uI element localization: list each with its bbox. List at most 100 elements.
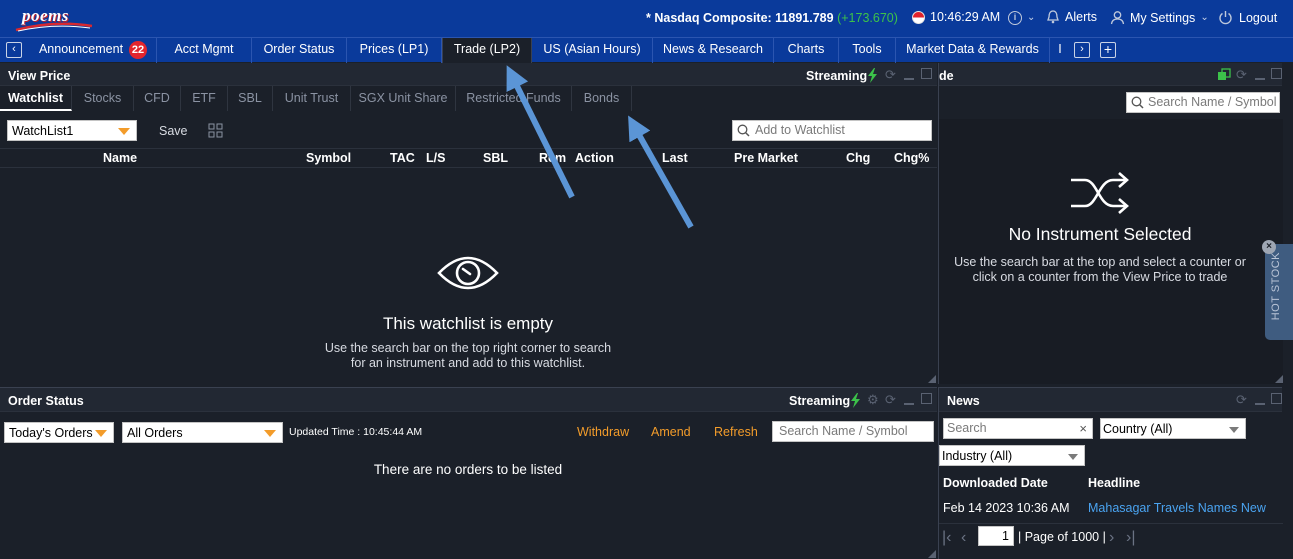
minimize-icon[interactable]: [904, 403, 914, 405]
tab-order-status[interactable]: Order Status: [252, 38, 347, 63]
subtab-stocks[interactable]: Stocks: [72, 86, 134, 111]
subtab-label: Restricted Funds: [466, 91, 561, 105]
subtab-bonds[interactable]: Bonds: [572, 86, 632, 111]
col-pre-market[interactable]: Pre Market: [734, 151, 798, 165]
subtab-etf[interactable]: ETF: [181, 86, 228, 111]
refresh-icon[interactable]: ⟳: [1236, 68, 1247, 81]
refresh-button[interactable]: Refresh: [714, 425, 758, 439]
nav-scroll-left-icon[interactable]: ‹: [6, 42, 22, 58]
maximize-icon[interactable]: [921, 393, 932, 404]
poems-logo[interactable]: poems: [8, 3, 93, 32]
tab-announcement[interactable]: Announcement 22: [30, 38, 157, 63]
maximize-icon[interactable]: [1271, 393, 1282, 404]
streaming-bolt-icon[interactable]: [866, 68, 878, 83]
subtab-label: ETF: [192, 91, 216, 105]
subtab-sgx-unit-share[interactable]: SGX Unit Share: [351, 86, 456, 111]
shuffle-icon: [1071, 172, 1129, 214]
subtab-restricted-funds[interactable]: Restricted Funds: [456, 86, 572, 111]
tab-news-research[interactable]: News & Research: [653, 38, 774, 63]
refresh-icon[interactable]: ⟳: [885, 393, 896, 406]
subtab-watchlist[interactable]: Watchlist: [0, 86, 72, 111]
tab-market-data-rewards[interactable]: Market Data & Rewards: [896, 38, 1050, 63]
trade-panel: de ⟳ Search Name / Symbol No Instrument …: [938, 63, 1283, 384]
last-page-icon[interactable]: ›|: [1126, 529, 1135, 547]
hot-stock-tab[interactable]: HOT STOCK: [1265, 244, 1293, 340]
amend-button[interactable]: Amend: [651, 425, 691, 439]
subtab-cfd[interactable]: CFD: [134, 86, 181, 111]
col-sbl[interactable]: SBL: [483, 151, 508, 165]
page-number-input[interactable]: 1: [978, 526, 1014, 546]
industry-select[interactable]: Industry (All): [939, 445, 1085, 466]
chevron-down-icon[interactable]: ⌄: [1027, 12, 1035, 23]
tab-trade-lp2[interactable]: Trade (LP2): [442, 38, 532, 63]
trade-search-input[interactable]: Search Name / Symbol: [1126, 92, 1280, 113]
refresh-icon[interactable]: ⟳: [1236, 393, 1247, 406]
country-select[interactable]: Country (All): [1100, 418, 1246, 439]
nav-scroll-right-icon[interactable]: ›: [1074, 42, 1090, 58]
next-page-icon[interactable]: ›: [1109, 529, 1114, 547]
orders-search-input[interactable]: Search Name / Symbol: [772, 421, 934, 442]
col-headline[interactable]: Headline: [1088, 476, 1140, 490]
watchlist-subtabs: Watchlist Stocks CFD ETF SBL Unit Trust …: [0, 86, 635, 114]
tab-tools[interactable]: Tools: [839, 38, 896, 63]
clock-time: 10:46:29 AM: [930, 10, 1001, 24]
index-label: * Nasdaq Composite: 11891.789: [646, 11, 834, 25]
withdraw-button[interactable]: Withdraw: [577, 425, 629, 439]
tab-charts[interactable]: Charts: [774, 38, 839, 63]
tab-acct-mgmt[interactable]: Acct Mgmt: [157, 38, 252, 63]
col-downloaded-date[interactable]: Downloaded Date: [943, 476, 1048, 490]
subtab-unit-trust[interactable]: Unit Trust: [273, 86, 351, 111]
news-search-input[interactable]: Search ×: [943, 418, 1093, 439]
my-settings-menu[interactable]: My Settings ⌄: [1110, 10, 1209, 25]
empty-watchlist-line1: Use the search bar on the top right corn…: [324, 341, 612, 355]
news-row-headline-link[interactable]: Mahasagar Travels Names New: [1088, 501, 1266, 515]
col-symbol[interactable]: Symbol: [306, 151, 351, 165]
no-instrument-title: No Instrument Selected: [1008, 224, 1192, 244]
col-action[interactable]: Action: [575, 151, 614, 165]
col-last[interactable]: Last: [662, 151, 688, 165]
alerts-button[interactable]: Alerts: [1047, 10, 1097, 24]
tab-prices-lp1[interactable]: Prices (LP1): [347, 38, 442, 63]
add-to-watchlist-input[interactable]: Add to Watchlist: [732, 120, 932, 141]
first-page-icon[interactable]: |‹: [942, 529, 951, 547]
logout-button[interactable]: Logout: [1218, 10, 1277, 25]
tab-us-asian-hours[interactable]: US (Asian Hours): [532, 38, 653, 63]
orders-type-select[interactable]: All Orders: [122, 422, 283, 443]
col-rem[interactable]: Rem: [539, 151, 566, 165]
orders-period-select[interactable]: Today's Orders: [4, 422, 114, 443]
resize-handle-icon[interactable]: [1275, 375, 1283, 383]
tab-label: News & Research: [662, 42, 764, 56]
maximize-icon[interactable]: [1271, 68, 1282, 79]
minimize-icon[interactable]: [1255, 403, 1265, 405]
market-clock: 10:46:29 AM: [912, 10, 1000, 24]
settings-gear-icon[interactable]: ⚙: [867, 393, 879, 406]
tab-truncated[interactable]: I: [1050, 38, 1070, 63]
input-placeholder: Search Name / Symbol: [779, 424, 908, 438]
col-name[interactable]: Name: [103, 151, 137, 165]
info-icon[interactable]: i: [1008, 11, 1022, 25]
grid-view-icon[interactable]: [208, 123, 223, 138]
refresh-icon[interactable]: ⟳: [885, 68, 896, 81]
col-tac[interactable]: TAC: [390, 151, 415, 165]
close-icon[interactable]: ×: [1262, 240, 1276, 254]
streaming-label: Streaming: [806, 69, 868, 83]
col-chg[interactable]: Chg: [846, 151, 870, 165]
clear-icon[interactable]: ×: [1079, 419, 1087, 438]
prev-page-icon[interactable]: ‹: [961, 529, 966, 547]
col-ls[interactable]: L/S: [426, 151, 445, 165]
col-chg-pct[interactable]: Chg%: [894, 151, 929, 165]
save-button[interactable]: Save: [159, 124, 188, 138]
resize-handle-icon[interactable]: [928, 550, 936, 558]
minimize-icon[interactable]: [1255, 78, 1265, 80]
maximize-icon[interactable]: [921, 68, 932, 79]
minimize-icon[interactable]: [904, 78, 914, 80]
tab-label: Order Status: [263, 42, 335, 56]
resize-handle-icon[interactable]: [928, 375, 936, 383]
watchlist-select[interactable]: WatchList1: [7, 120, 137, 141]
add-tab-icon[interactable]: +: [1100, 42, 1116, 58]
subtab-sbl[interactable]: SBL: [228, 86, 273, 111]
streaming-bolt-icon[interactable]: [849, 393, 861, 408]
link-icon[interactable]: [1217, 68, 1231, 81]
tab-label: Trade (LP2): [453, 42, 521, 56]
select-value: Today's Orders: [9, 426, 93, 440]
